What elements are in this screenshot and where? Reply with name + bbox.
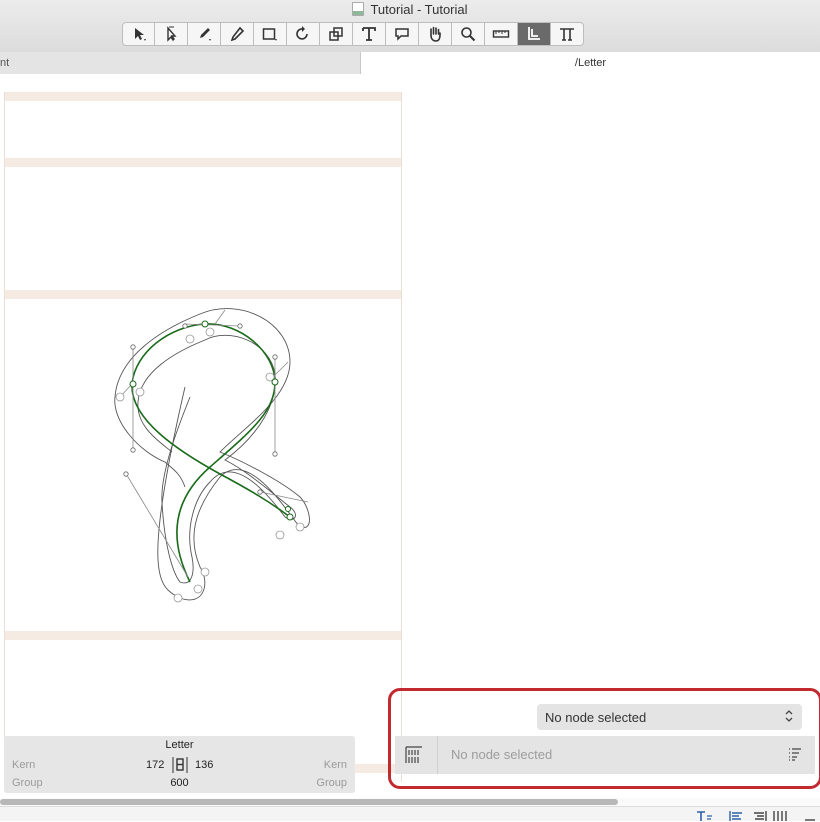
annotation-tool-button[interactable] <box>386 22 419 46</box>
lsb-value[interactable]: 172 <box>146 759 164 771</box>
toolbar <box>122 22 584 46</box>
pencil-tool-button[interactable] <box>221 22 254 46</box>
metrics-tool-button[interactable] <box>518 22 551 46</box>
select-arrow-icon <box>134 28 146 41</box>
select-all-layers-button[interactable] <box>155 22 188 46</box>
rectangle-tool-button[interactable] <box>254 22 287 46</box>
align-left-icon[interactable] <box>728 810 744 822</box>
select-all-layers-icon <box>167 26 177 42</box>
width-value[interactable]: 600 <box>4 777 355 789</box>
kern-right-label[interactable]: Kern <box>324 759 347 771</box>
spine-path <box>131 323 291 583</box>
window-title: Tutorial - Tutorial <box>370 2 468 17</box>
tab-bar: nt /Letter <box>0 52 820 75</box>
glyph-outline[interactable] <box>100 302 320 612</box>
rsb-value[interactable]: 136 <box>195 759 213 771</box>
metrics-icon <box>528 27 540 40</box>
pencil-icon <box>230 26 245 42</box>
hand-icon <box>430 26 441 42</box>
horizontal-scrollbar[interactable] <box>0 798 820 806</box>
text-icon <box>362 27 376 41</box>
glyph-name[interactable]: Letter <box>4 739 355 751</box>
text-tool-button[interactable] <box>353 22 386 46</box>
select-tool-button[interactable] <box>122 22 155 46</box>
status-bar <box>0 806 820 821</box>
scale-tool-button[interactable] <box>320 22 353 46</box>
document-icon <box>352 2 365 16</box>
metric-band <box>5 158 401 167</box>
kern-left-label[interactable]: Kern <box>12 759 35 771</box>
tab-font[interactable]: nt <box>0 52 361 74</box>
zoom-icon <box>461 27 476 42</box>
outer-contour <box>114 308 310 601</box>
type-tool-button[interactable] <box>551 22 584 46</box>
metric-band <box>5 92 401 101</box>
inner-contour <box>137 334 296 584</box>
measurement-icon <box>492 30 510 38</box>
justify-icon[interactable] <box>772 810 788 822</box>
zoom-tool-button[interactable] <box>452 22 485 46</box>
nodes <box>115 323 305 603</box>
metrics-link-icon[interactable] <box>170 756 190 774</box>
measurement-tool-button[interactable] <box>485 22 518 46</box>
glyph-info-box: Letter Kern Kern Group Group 172 136 600 <box>4 736 355 793</box>
tab-glyph[interactable]: /Letter <box>361 52 820 74</box>
hand-tool-button[interactable] <box>419 22 452 46</box>
annotation-icon <box>395 28 409 41</box>
tab-glyph-label: /Letter <box>574 57 607 69</box>
text-tool-icon <box>560 28 574 41</box>
metric-band <box>5 290 401 299</box>
rectangle-icon <box>262 28 277 41</box>
scale-icon <box>329 27 343 41</box>
align-right-icon[interactable] <box>752 810 768 822</box>
text-options-icon[interactable] <box>696 810 714 822</box>
window-title-wrap: Tutorial - Tutorial <box>0 2 820 17</box>
rotate-icon <box>296 26 308 40</box>
minus-icon[interactable] <box>804 810 816 822</box>
scroll-thumb[interactable] <box>0 799 618 805</box>
metric-band <box>5 631 401 640</box>
rotate-tool-button[interactable] <box>287 22 320 46</box>
pen-tool-button[interactable] <box>188 22 221 46</box>
title-bar: Tutorial - Tutorial <box>0 0 820 53</box>
pen-icon <box>200 28 211 41</box>
highlight-box <box>388 688 820 789</box>
tab-font-label: nt <box>0 57 10 69</box>
